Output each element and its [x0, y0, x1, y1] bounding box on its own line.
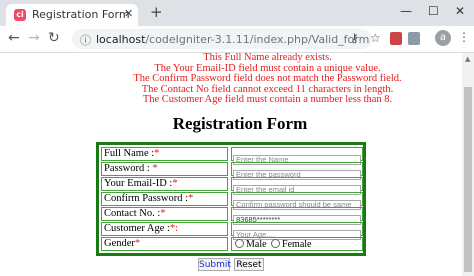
field-cell: [231, 162, 363, 180]
window-close-icon[interactable]: ✕: [455, 4, 465, 18]
extension-pdf-icon[interactable]: [390, 32, 402, 45]
field-cell: [231, 147, 363, 165]
field-cell: [231, 192, 363, 210]
tab-title: Registration Form: [32, 8, 130, 21]
page-title: Registration Form: [172, 114, 308, 133]
error-message: This Full Name already exists.: [203, 52, 332, 63]
url-text[interactable]: localhost/codeIgniter-3.1.11/index.php/V…: [96, 33, 369, 46]
tab-bar: ci Registration Form ✕ + — ☐ ✕: [0, 0, 474, 26]
field-label: Confirm Password :*: [101, 192, 228, 206]
reload-icon[interactable]: ↻: [48, 30, 60, 46]
error-message: The Confirm Password field does not matc…: [133, 73, 402, 84]
scrollbar-thumb[interactable]: [464, 87, 472, 272]
scroll-up-icon[interactable]: ▲: [465, 55, 470, 63]
forward-icon[interactable]: →: [28, 30, 40, 46]
male-radio[interactable]: [235, 239, 244, 248]
submit-button[interactable]: Submit: [198, 258, 231, 271]
gender-options: Male Female: [231, 237, 363, 251]
field-cell: [231, 207, 363, 225]
menu-icon[interactable]: ⋮: [458, 30, 470, 44]
browser-tab[interactable]: ci Registration Form ✕: [6, 4, 138, 26]
form-row-confirm-password: Confirm Password :*: [101, 192, 363, 210]
registration-form: Full Name :* Password : * Your Email-ID …: [96, 142, 366, 256]
key-icon[interactable]: ⚷: [350, 31, 359, 45]
info-icon[interactable]: ⓘ: [80, 32, 91, 48]
maximize-icon[interactable]: ☐: [428, 4, 439, 18]
field-cell: [231, 222, 363, 240]
form-row-full-name: Full Name :*: [101, 147, 363, 165]
reset-button[interactable]: Reset: [234, 258, 264, 271]
address-bar[interactable]: ⓘ localhost/codeIgniter-3.1.11/index.php…: [72, 29, 372, 49]
field-label: Password : *: [101, 162, 228, 176]
field-label: Gender*: [101, 237, 228, 251]
field-label: Your Email-ID :*: [101, 177, 228, 191]
field-cell: [231, 177, 363, 195]
browser-toolbar: ← → ↻ ⓘ localhost/codeIgniter-3.1.11/ind…: [0, 26, 474, 53]
validation-errors: This Full Name already exists. The Your …: [90, 52, 445, 106]
scrollbar[interactable]: ▲: [462, 53, 474, 276]
female-radio[interactable]: [271, 239, 281, 248]
star-icon[interactable]: ☆: [370, 31, 381, 45]
form-row-gender: Gender* Male Female: [101, 237, 363, 251]
avatar[interactable]: a: [435, 30, 451, 46]
back-icon[interactable]: ←: [8, 30, 20, 46]
extension-icon[interactable]: [408, 32, 420, 45]
form-row-age: Customer Age :*:: [101, 222, 363, 240]
ci-icon: ci: [14, 9, 26, 21]
field-label: Customer Age :*:: [101, 222, 228, 236]
form-row-contact: Contact No. :*: [101, 207, 363, 225]
form-row-email: Your Email-ID :*: [101, 177, 363, 195]
field-label: Contact No. :*: [101, 207, 228, 221]
minimize-icon[interactable]: —: [400, 4, 412, 18]
new-tab-icon[interactable]: +: [150, 5, 163, 20]
error-message: The Customer Age field must contain a nu…: [142, 94, 393, 105]
close-tab-icon[interactable]: ✕: [124, 7, 133, 20]
form-row-password: Password : *: [101, 162, 363, 180]
field-label: Full Name :*: [101, 147, 228, 161]
